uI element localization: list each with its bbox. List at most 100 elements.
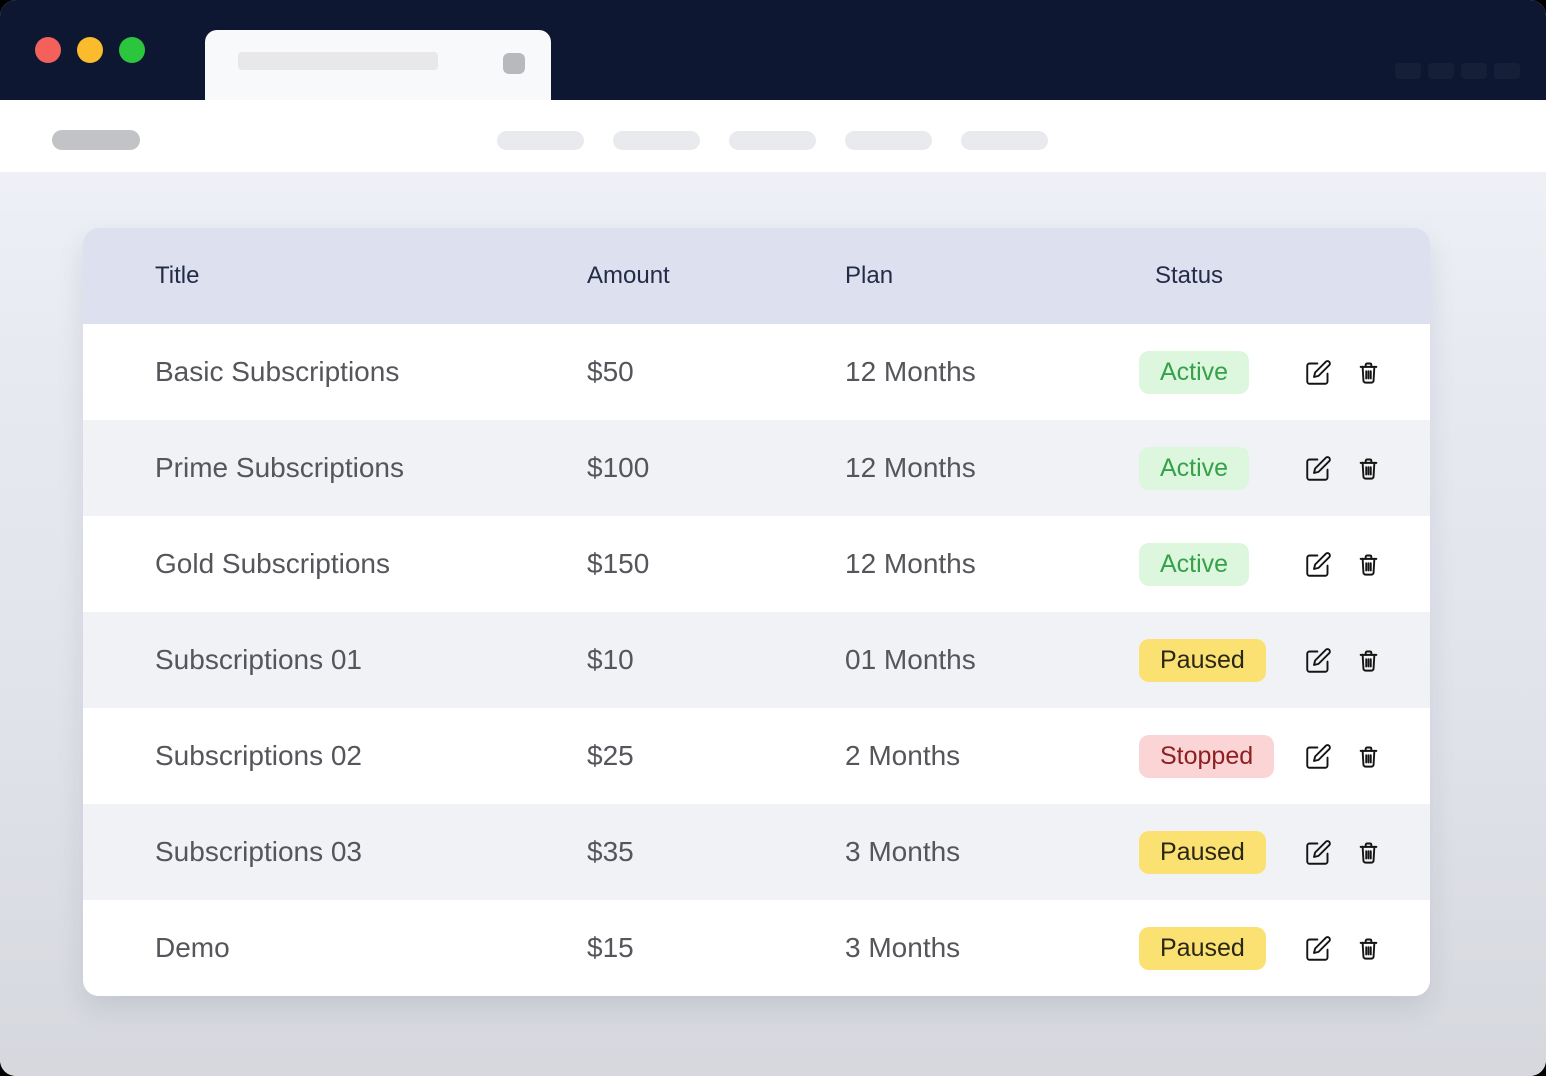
trash-icon bbox=[1359, 938, 1378, 960]
column-header-plan: Plan bbox=[845, 262, 894, 289]
trash-icon bbox=[1359, 650, 1378, 672]
cell-title: Basic Subscriptions bbox=[155, 356, 400, 387]
nav-item-placeholder[interactable] bbox=[845, 131, 932, 150]
edit-button[interactable] bbox=[1305, 359, 1332, 386]
edit-button[interactable] bbox=[1305, 551, 1332, 578]
chrome-pill-placeholder bbox=[1395, 63, 1421, 79]
cell-status: Paused bbox=[1139, 830, 1305, 874]
browser-tab[interactable] bbox=[205, 30, 551, 100]
browser-chrome bbox=[0, 0, 1546, 100]
nav-item-placeholder[interactable] bbox=[497, 131, 584, 150]
status-badge: Paused bbox=[1139, 926, 1266, 970]
status-badge: Stopped bbox=[1139, 734, 1275, 778]
cell-actions bbox=[1305, 647, 1382, 674]
cell-title: Prime Subscriptions bbox=[155, 452, 404, 483]
cell-actions bbox=[1305, 743, 1382, 770]
edit-icon bbox=[1306, 455, 1331, 481]
edit-button[interactable] bbox=[1305, 839, 1332, 866]
cell-plan: 3 Months bbox=[845, 932, 961, 963]
edit-button[interactable] bbox=[1305, 743, 1332, 770]
trash-icon bbox=[1359, 746, 1378, 768]
cell-actions bbox=[1305, 935, 1382, 962]
cell-status: Active bbox=[1139, 446, 1305, 490]
status-badge: Active bbox=[1139, 542, 1250, 586]
edit-icon bbox=[1306, 839, 1331, 865]
delete-button[interactable] bbox=[1355, 359, 1382, 386]
cell-plan: 12 Months bbox=[845, 356, 976, 387]
status-badge: Active bbox=[1139, 446, 1250, 490]
delete-button[interactable] bbox=[1355, 839, 1382, 866]
cell-status: Active bbox=[1139, 542, 1305, 586]
subscriptions-table-card: Title Amount Plan Status Basic Subscript… bbox=[83, 228, 1430, 996]
edit-button[interactable] bbox=[1305, 455, 1332, 482]
table-row: Subscriptions 02 $25 2 Months Stopped bbox=[83, 708, 1430, 804]
table-row: Subscriptions 03 $35 3 Months Paused bbox=[83, 804, 1430, 900]
cell-actions bbox=[1305, 839, 1382, 866]
tab-favicon-placeholder bbox=[503, 53, 525, 74]
toolbar-logo-placeholder bbox=[52, 130, 140, 150]
edit-icon bbox=[1306, 743, 1331, 769]
status-badge: Active bbox=[1139, 350, 1250, 394]
cell-plan: 2 Months bbox=[845, 740, 961, 771]
cell-plan: 12 Months bbox=[845, 548, 976, 579]
cell-status: Paused bbox=[1139, 638, 1305, 682]
nav-item-placeholder[interactable] bbox=[729, 131, 816, 150]
cell-actions bbox=[1305, 359, 1382, 386]
cell-title: Subscriptions 01 bbox=[155, 644, 363, 675]
close-window-button[interactable] bbox=[35, 37, 61, 63]
table-row: Demo $15 3 Months Paused bbox=[83, 900, 1430, 996]
cell-plan: 3 Months bbox=[845, 836, 961, 867]
trash-icon bbox=[1359, 554, 1378, 576]
cell-amount: $10 bbox=[587, 644, 634, 675]
cell-title: Gold Subscriptions bbox=[155, 548, 391, 579]
chrome-pill-placeholder bbox=[1428, 63, 1454, 79]
cell-amount: $100 bbox=[587, 452, 650, 483]
status-badge: Paused bbox=[1139, 830, 1266, 874]
delete-button[interactable] bbox=[1355, 551, 1382, 578]
nav-item-placeholder[interactable] bbox=[961, 131, 1048, 150]
table-row: Prime Subscriptions $100 12 Months Activ… bbox=[83, 420, 1430, 516]
browser-window: Title Amount Plan Status Basic Subscript… bbox=[0, 0, 1546, 1076]
cell-amount: $35 bbox=[587, 836, 634, 867]
cell-status: Paused bbox=[1139, 926, 1305, 970]
edit-button[interactable] bbox=[1305, 647, 1332, 674]
column-header-status: Status bbox=[1155, 262, 1224, 289]
delete-button[interactable] bbox=[1355, 647, 1382, 674]
table-header-row: Title Amount Plan Status bbox=[83, 228, 1430, 324]
tab-title-placeholder bbox=[238, 52, 438, 70]
cell-amount: $150 bbox=[587, 548, 650, 579]
edit-icon bbox=[1306, 551, 1331, 577]
cell-status: Stopped bbox=[1139, 734, 1305, 778]
toolbar-nav-placeholders bbox=[497, 131, 1048, 150]
column-header-title: Title bbox=[155, 262, 200, 289]
cell-amount: $15 bbox=[587, 932, 634, 963]
edit-icon bbox=[1306, 647, 1331, 673]
edit-button[interactable] bbox=[1305, 935, 1332, 962]
cell-status: Active bbox=[1139, 350, 1305, 394]
table-body: Basic Subscriptions $50 12 Months Active bbox=[83, 324, 1430, 996]
delete-button[interactable] bbox=[1355, 935, 1382, 962]
cell-amount: $25 bbox=[587, 740, 634, 771]
chrome-pill-placeholder bbox=[1461, 63, 1487, 79]
cell-title: Demo bbox=[155, 932, 230, 963]
cell-plan: 12 Months bbox=[845, 452, 976, 483]
chrome-pill-placeholder bbox=[1494, 63, 1520, 79]
page-content: Title Amount Plan Status Basic Subscript… bbox=[0, 172, 1546, 1076]
delete-button[interactable] bbox=[1355, 455, 1382, 482]
table-row: Basic Subscriptions $50 12 Months Active bbox=[83, 324, 1430, 420]
chrome-placeholder-pills bbox=[1395, 63, 1520, 79]
browser-toolbar bbox=[0, 100, 1546, 172]
edit-icon bbox=[1306, 935, 1331, 961]
trash-icon bbox=[1359, 458, 1378, 480]
trash-icon bbox=[1359, 362, 1378, 384]
window-controls bbox=[35, 37, 145, 63]
status-badge: Paused bbox=[1139, 638, 1266, 682]
cell-plan: 01 Months bbox=[845, 644, 976, 675]
minimize-window-button[interactable] bbox=[77, 37, 103, 63]
delete-button[interactable] bbox=[1355, 743, 1382, 770]
zoom-window-button[interactable] bbox=[119, 37, 145, 63]
cell-title: Subscriptions 02 bbox=[155, 740, 363, 771]
table-row: Gold Subscriptions $150 12 Months Active bbox=[83, 516, 1430, 612]
nav-item-placeholder[interactable] bbox=[613, 131, 700, 150]
cell-title: Subscriptions 03 bbox=[155, 836, 363, 867]
